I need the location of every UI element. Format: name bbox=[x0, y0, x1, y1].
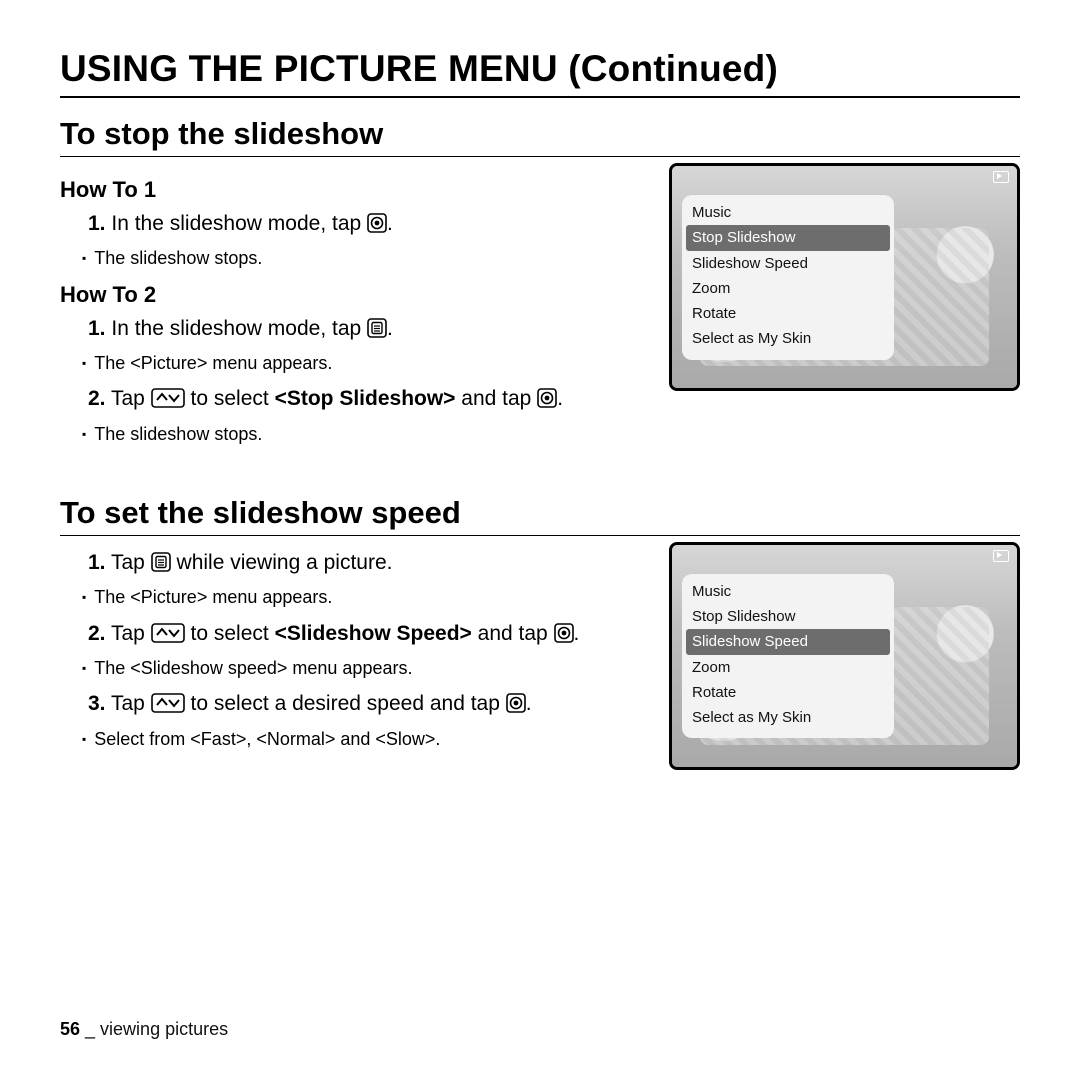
menu-item-select-skin: Select as My Skin bbox=[682, 326, 894, 351]
up-down-icon bbox=[151, 387, 185, 417]
speed-step-1: 1. Tap while viewing a picture. The <Pic… bbox=[88, 548, 649, 611]
page-number: 56 bbox=[60, 1019, 80, 1039]
menu-item-zoom: Zoom bbox=[682, 655, 894, 680]
howto-1-step-1: 1. In the slideshow mode, tap . The slid… bbox=[88, 209, 649, 272]
menu-item-slideshow-speed: Slideshow Speed bbox=[686, 629, 890, 654]
speed-sub-2: The <Slideshow speed> menu appears. bbox=[82, 656, 649, 681]
section-heading-stop: To stop the slideshow bbox=[60, 116, 1020, 157]
section-stop-slideshow: To stop the slideshow How To 1 1. In the… bbox=[60, 116, 1020, 455]
menu-item-select-skin: Select as My Skin bbox=[682, 705, 894, 730]
picture-menu: Music Stop Slideshow Slideshow Speed Zoo… bbox=[682, 194, 894, 360]
up-down-icon bbox=[151, 622, 185, 652]
center-button-icon bbox=[537, 387, 557, 417]
menu-button-icon bbox=[367, 317, 387, 347]
menu-item-rotate: Rotate bbox=[682, 680, 894, 705]
section-heading-speed: To set the slideshow speed bbox=[60, 495, 1020, 536]
chapter-name: viewing pictures bbox=[100, 1019, 228, 1039]
howto-2-sub-2: The slideshow stops. bbox=[82, 422, 649, 447]
speed-sub-3: Select from <Fast>, <Normal> and <Slow>. bbox=[82, 727, 649, 752]
page-footer: 56 _ viewing pictures bbox=[60, 1019, 228, 1040]
center-button-icon bbox=[506, 692, 526, 722]
play-indicator-icon bbox=[993, 171, 1009, 183]
section-slideshow-speed: To set the slideshow speed 1. Tap while … bbox=[60, 495, 1020, 776]
menu-button-icon bbox=[151, 551, 171, 581]
menu-item-music: Music bbox=[682, 200, 894, 225]
center-button-icon bbox=[554, 622, 574, 652]
howto-2-step-1: 1. In the slideshow mode, tap . The <Pic… bbox=[88, 314, 649, 377]
howto-2-label: How To 2 bbox=[60, 282, 649, 308]
slideshow-speed-bold: <Slideshow Speed> bbox=[275, 622, 472, 645]
screenshot-stop: Music Stop Slideshow Slideshow Speed Zoo… bbox=[665, 167, 1020, 397]
howto-2-step-2: 2. Tap to select <Stop Slideshow> and ta… bbox=[88, 384, 649, 447]
menu-item-stop-slideshow: Stop Slideshow bbox=[682, 604, 894, 629]
howto-2-sub-1: The <Picture> menu appears. bbox=[82, 351, 649, 376]
menu-item-zoom: Zoom bbox=[682, 276, 894, 301]
center-button-icon bbox=[367, 212, 387, 242]
howto-1-steps: 1. In the slideshow mode, tap . The slid… bbox=[66, 209, 649, 272]
menu-item-rotate: Rotate bbox=[682, 301, 894, 326]
howto-1-sub-1: The slideshow stops. bbox=[82, 246, 649, 271]
menu-item-music: Music bbox=[682, 579, 894, 604]
manual-page: USING THE PICTURE MENU (Continued) To st… bbox=[0, 0, 1080, 1080]
play-indicator-icon bbox=[993, 550, 1009, 562]
page-title: USING THE PICTURE MENU (Continued) bbox=[60, 48, 1020, 98]
speed-sub-1: The <Picture> menu appears. bbox=[82, 585, 649, 610]
menu-item-slideshow-speed: Slideshow Speed bbox=[682, 251, 894, 276]
howto-2-steps: 1. In the slideshow mode, tap . The <Pic… bbox=[66, 314, 649, 447]
up-down-icon bbox=[151, 692, 185, 722]
speed-step-2: 2. Tap to select <Slideshow Speed> and t… bbox=[88, 619, 649, 682]
speed-steps: 1. Tap while viewing a picture. The <Pic… bbox=[66, 548, 649, 752]
howto-1-label: How To 1 bbox=[60, 177, 649, 203]
screenshot-speed: Music Stop Slideshow Slideshow Speed Zoo… bbox=[665, 546, 1020, 776]
menu-item-stop-slideshow: Stop Slideshow bbox=[686, 225, 890, 250]
speed-step-3: 3. Tap to select a desired speed and tap… bbox=[88, 689, 649, 752]
picture-menu: Music Stop Slideshow Slideshow Speed Zoo… bbox=[682, 573, 894, 739]
stop-slideshow-bold: <Stop Slideshow> bbox=[275, 387, 456, 410]
